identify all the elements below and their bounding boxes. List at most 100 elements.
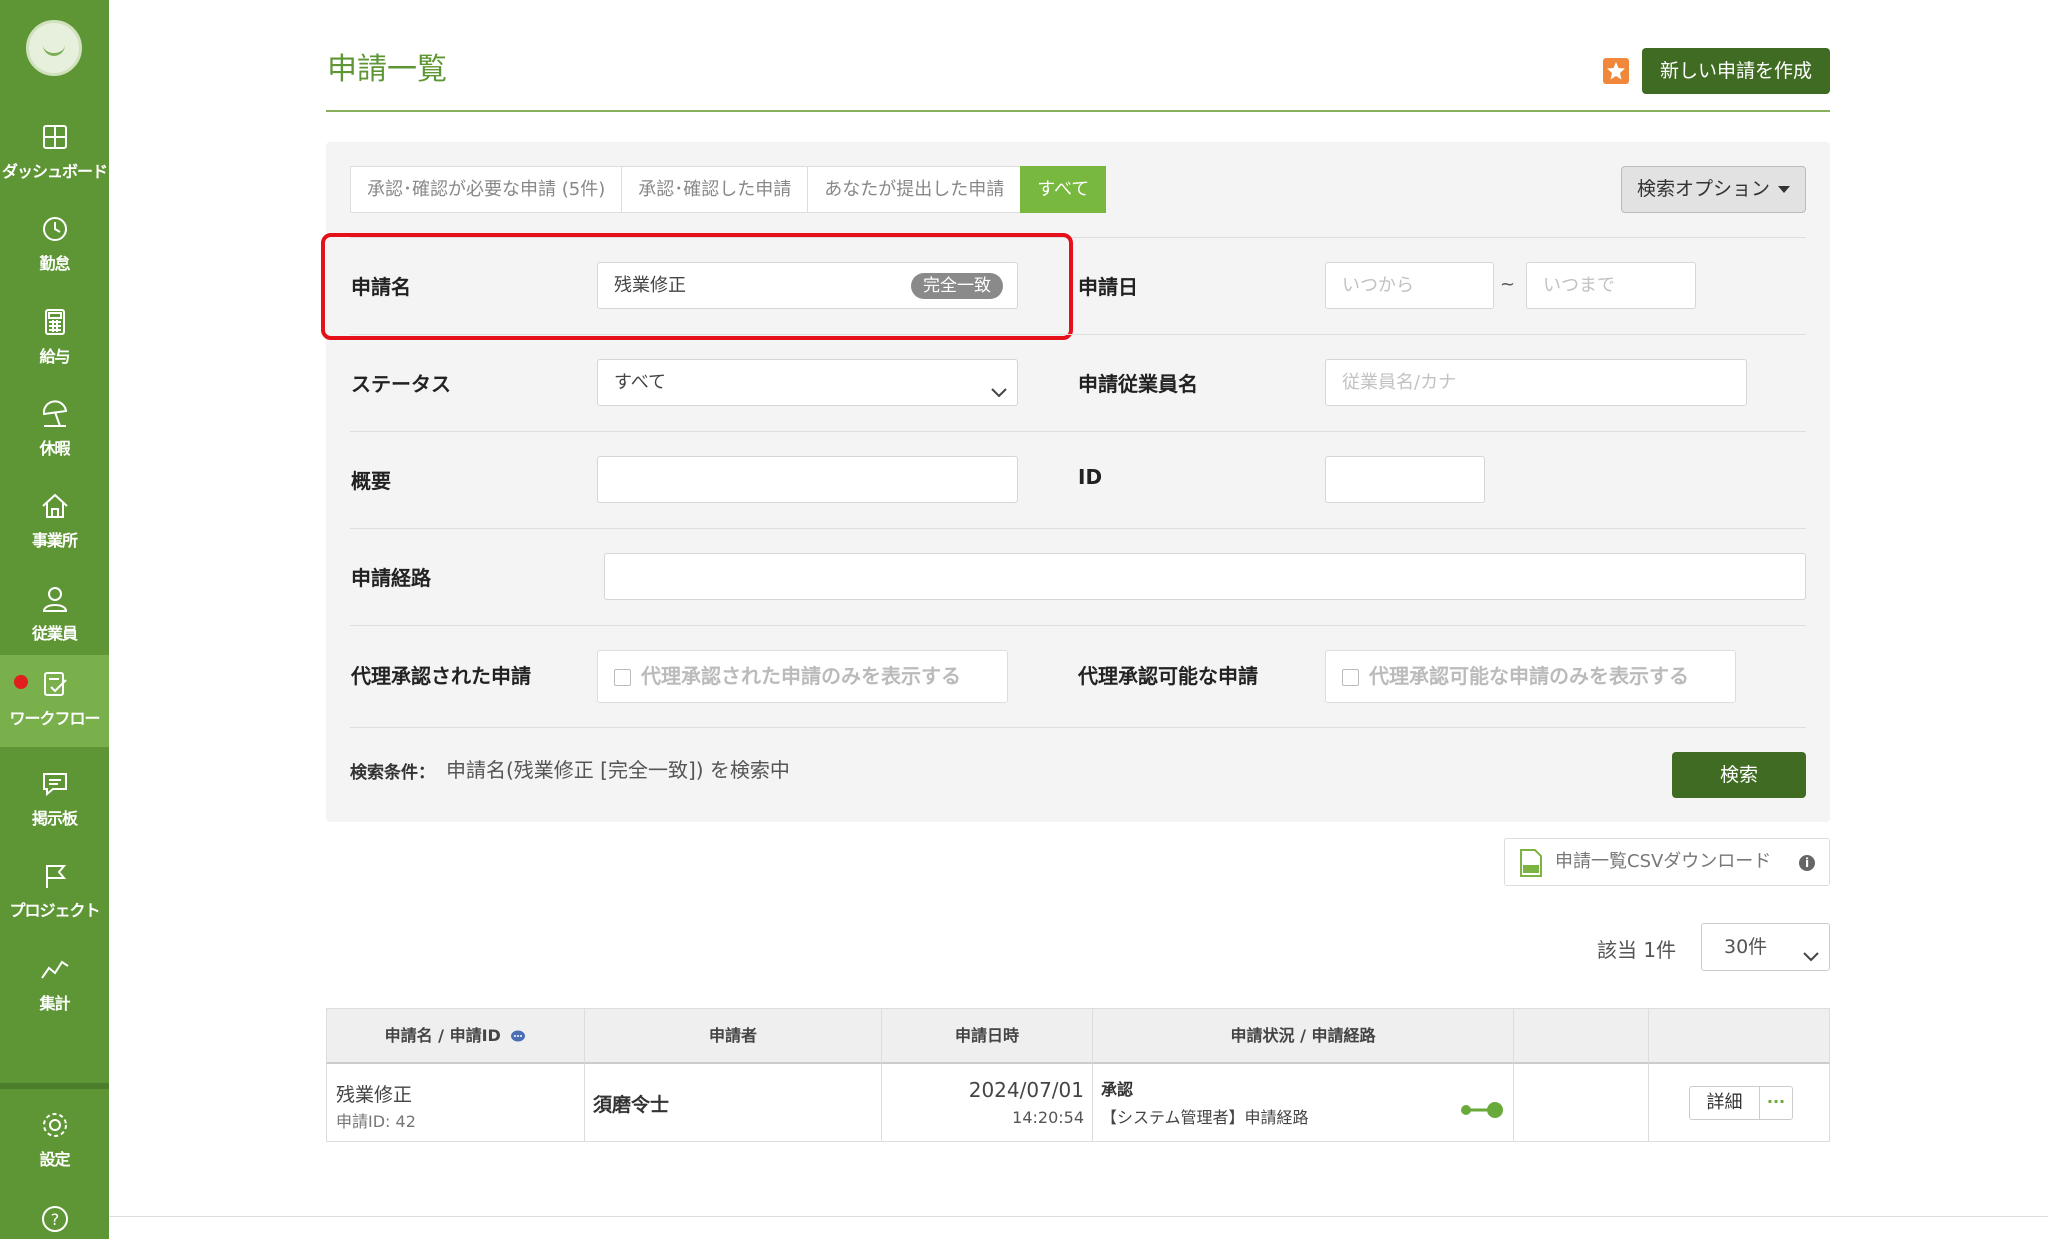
sidebar-item-label: 集計 [39,994,70,1013]
column-header-status[interactable]: 申請状況 / 申請経路 [1093,1009,1514,1063]
proxy-possible-label: 代理承認可能な申請 [1078,664,1258,688]
title-divider [326,110,1830,112]
id-input[interactable] [1325,456,1485,503]
form-divider [350,727,1806,728]
status-select[interactable]: すべて [597,359,1018,406]
sidebar-item-label: プロジェクト [9,901,100,920]
caret-down-icon [1778,186,1790,193]
date-to-input[interactable]: いつまで [1526,262,1696,309]
sidebar-item-board[interactable]: 掲示板 [0,755,109,847]
cell-status: 承認 【システム管理者】申請経路 [1093,1064,1514,1141]
help-icon: ? [40,1204,70,1234]
checkbox-icon [614,669,631,686]
sidebar-item-settings[interactable]: 設定 [0,1096,109,1188]
column-header-date[interactable]: 申請日時 [882,1009,1093,1063]
per-page-value: 30件 [1724,936,1768,958]
summary-label: 概要 [351,469,391,493]
sidebar-item-label: ワークフロー [9,709,100,728]
sidebar-item-attendance[interactable]: 勤怠 [0,200,109,292]
route-progress-icon [1461,1102,1503,1118]
umbrella-icon [40,399,70,429]
calculator-icon [40,307,70,337]
sidebar-item-workflow[interactable]: ワークフロー [0,655,109,747]
logo[interactable] [26,20,82,76]
result-count: 該当 1件 [1597,938,1677,962]
summary-input[interactable] [597,456,1018,503]
route-input[interactable] [604,553,1806,600]
status-text: 承認 [1101,1080,1134,1099]
column-header-name[interactable]: 申請名 / 申請ID [327,1009,585,1063]
cell-applicant: 須磨令士 [585,1064,882,1141]
form-divider [350,334,1806,335]
checkbox-icon [1342,669,1359,686]
chart-line-icon [40,954,70,984]
column-header-applicant[interactable]: 申請者 [585,1009,882,1063]
form-divider [350,528,1806,529]
tab-all[interactable]: すべて [1020,166,1107,213]
gear-icon [40,1110,70,1140]
request-time: 14:20:54 [1012,1108,1084,1127]
new-request-button[interactable]: 新しい申請を作成 [1642,48,1830,94]
per-page-select[interactable]: 30件 [1701,923,1830,971]
column-header-extra [1514,1009,1649,1063]
detail-button[interactable]: 詳細 [1689,1086,1760,1120]
date-from-input[interactable]: いつから [1325,262,1494,309]
search-options-button[interactable]: 検索オプション [1621,166,1806,213]
sidebar-item-employees[interactable]: 従業員 [0,570,109,662]
sidebar-divider [0,1083,109,1089]
sidebar-item-leave[interactable]: 休暇 [0,385,109,477]
flag-icon [40,861,70,891]
info-icon[interactable]: i [1799,855,1815,871]
star-icon[interactable] [1603,58,1629,84]
applicant-name: 須磨令士 [593,1094,670,1116]
sidebar-item-office[interactable]: 事業所 [0,477,109,569]
employee-name-input[interactable]: 従業員名/カナ [1325,359,1747,406]
sidebar-item-reports[interactable]: 集計 [0,940,109,1032]
search-condition-label: 検索条件： [350,763,435,783]
proxy-approved-checkbox-label: 代理承認された申請のみを表示する [641,664,961,688]
sidebar-item-dashboard[interactable]: ダッシュボード [0,108,109,200]
csv-file-icon [1519,849,1543,877]
search-condition-value: 申請名(残業修正 [完全一致]) を検索中 [446,758,790,782]
sidebar-item-label: 従業員 [31,624,78,643]
proxy-possible-checkbox[interactable]: 代理承認可能な申請のみを表示する [1325,650,1736,703]
tab-approved[interactable]: 承認･確認した申請 [621,166,809,213]
request-id: 申請ID: 42 [336,1112,416,1131]
sidebar-item-label: 勤怠 [39,254,70,273]
chevron-down-icon [1801,937,1821,962]
status-select-value: すべて [614,372,667,393]
workflow-icon [40,669,70,699]
message-icon [40,769,70,799]
request-date-label: 申請日 [1078,275,1138,299]
search-button[interactable]: 検索 [1672,752,1806,798]
tab-submitted[interactable]: あなたが提出した申請 [807,166,1022,213]
route-text: 【システム管理者】申請経路 [1101,1108,1309,1127]
status-label: ステータス [351,372,451,396]
clock-icon [40,214,70,244]
employee-name-label: 申請従業員名 [1078,372,1198,396]
tab-needs-approval[interactable]: 承認･確認が必要な申請 (5件) [350,166,623,213]
form-divider [350,431,1806,432]
form-divider [350,625,1806,626]
column-header-actions [1649,1009,1829,1063]
comment-icon [511,1030,526,1041]
app-root: ダッシュボード 勤怠 給与 休暇 事業所 従業員 ワークフロー 掲示板 プロジェ… [0,0,2048,1239]
request-date: 2024/07/01 [968,1078,1084,1102]
id-label: ID [1078,465,1103,489]
dashboard-icon [40,122,70,152]
sidebar-item-help[interactable]: ? [0,1186,109,1239]
search-options-label: 検索オプション [1636,178,1770,200]
cell-extra [1514,1064,1649,1141]
chevron-down-icon [989,374,1009,398]
proxy-approved-checkbox[interactable]: 代理承認された申請のみを表示する [597,650,1008,703]
sidebar-item-label: 給与 [39,347,70,366]
csv-download-button[interactable]: 申請一覧CSVダウンロード i [1504,838,1830,886]
page-title: 申請一覧 [327,52,447,87]
sidebar-item-payroll[interactable]: 給与 [0,293,109,385]
csv-download-label: 申請一覧CSVダウンロード [1555,851,1772,872]
request-name[interactable]: 残業修正 [336,1080,412,1107]
more-options-button[interactable]: ··· [1759,1086,1793,1120]
footer-divider [109,1216,2048,1217]
sidebar-item-label: 休暇 [39,439,70,458]
sidebar-item-project[interactable]: プロジェクト [0,847,109,939]
